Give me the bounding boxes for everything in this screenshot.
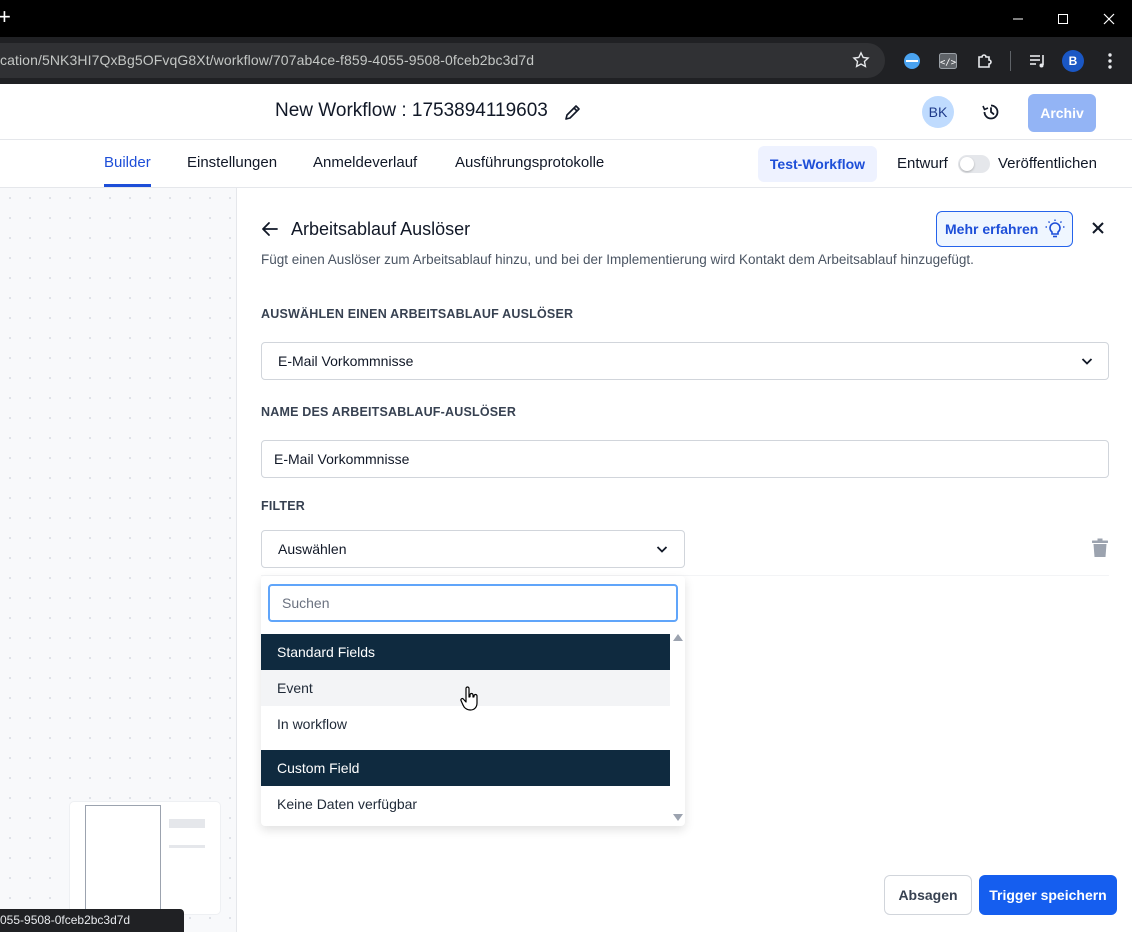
user-avatar[interactable]: BK bbox=[922, 96, 954, 128]
minimize-icon[interactable] bbox=[995, 0, 1041, 37]
option-no-data: Keine Daten verfügbar bbox=[277, 796, 418, 812]
maximize-icon[interactable] bbox=[1040, 0, 1086, 37]
filter-row: Auswählen bbox=[261, 518, 1109, 576]
puzzle-icon[interactable] bbox=[974, 50, 996, 72]
tab-builder[interactable]: Builder bbox=[104, 154, 151, 171]
extension-icon[interactable] bbox=[901, 50, 923, 72]
hand-pointer-icon bbox=[460, 686, 478, 711]
bookmark-star-icon[interactable] bbox=[852, 51, 870, 69]
history-icon[interactable] bbox=[981, 102, 1001, 122]
minimap-viewport[interactable] bbox=[85, 805, 161, 915]
new-tab-button[interactable]: + bbox=[0, 4, 11, 30]
trigger-name-input[interactable]: E-Mail Vorkommnisse bbox=[261, 440, 1109, 478]
trigger-section-label: AUSWÄHLEN EINEN ARBEITSABLAUF AUSLÖSER bbox=[261, 307, 574, 321]
tab-enrollment-history[interactable]: Anmeldeverlauf bbox=[313, 154, 417, 171]
svg-text:</>: </> bbox=[940, 58, 957, 68]
workflow-canvas[interactable] bbox=[0, 188, 236, 932]
status-bar-url: 055-9508-0fceb2bc3d7d bbox=[0, 909, 184, 932]
close-window-icon[interactable] bbox=[1086, 0, 1132, 37]
toolbar-divider bbox=[1010, 51, 1011, 71]
tab-execution-logs[interactable]: Ausführungsprotokolle bbox=[455, 154, 604, 171]
trigger-panel: Arbeitsablauf Auslöser Mehr erfahren Füg… bbox=[236, 188, 1132, 932]
active-tab-indicator bbox=[104, 184, 151, 187]
tab-bar: Builder Einstellungen Anmeldeverlauf Aus… bbox=[0, 140, 1132, 188]
back-arrow-icon[interactable] bbox=[261, 221, 279, 237]
trash-icon[interactable] bbox=[1091, 538, 1109, 558]
group-header-standard-fields: Standard Fields bbox=[261, 634, 670, 670]
group-header-custom-field: Custom Field bbox=[261, 750, 670, 786]
close-icon[interactable] bbox=[1091, 221, 1105, 235]
edit-pencil-icon[interactable] bbox=[563, 102, 583, 122]
tab-settings[interactable]: Einstellungen bbox=[187, 154, 277, 171]
app-header: New Workflow : 1753894119603 BK Archiv bbox=[0, 84, 1132, 140]
chevron-down-icon bbox=[1081, 358, 1093, 365]
minimap-node bbox=[169, 819, 205, 828]
panel-title: Arbeitsablauf Auslöser bbox=[291, 219, 471, 239]
test-workflow-button[interactable]: Test-Workflow bbox=[758, 146, 877, 182]
name-section-label: NAME DES ARBEITSABLAUF-AUSLÖSER bbox=[261, 405, 517, 419]
address-bar[interactable]: cation/5NK3HI7QxBg5OFvqG8Xt/workflow/707… bbox=[0, 43, 885, 78]
dropdown-scrollbar[interactable] bbox=[671, 634, 685, 824]
learn-more-label: Mehr erfahren bbox=[945, 221, 1039, 237]
minimap[interactable] bbox=[70, 802, 220, 915]
browser-toolbar: cation/5NK3HI7QxBg5OFvqG8Xt/workflow/707… bbox=[0, 37, 1132, 84]
profile-avatar[interactable]: B bbox=[1062, 50, 1084, 72]
publish-toggle[interactable] bbox=[958, 155, 990, 173]
workflow-title: New Workflow : 1753894119603 bbox=[275, 100, 548, 121]
scroll-down-arrow-icon[interactable] bbox=[673, 814, 683, 821]
draft-label: Entwurf bbox=[897, 155, 948, 172]
dropdown-search-input[interactable] bbox=[268, 584, 678, 622]
filter-section-label: FILTER bbox=[261, 499, 306, 513]
trigger-type-select[interactable]: E-Mail Vorkommnisse bbox=[261, 342, 1109, 380]
url-text[interactable]: cation/5NK3HI7QxBg5OFvqG8Xt/workflow/707… bbox=[0, 52, 534, 68]
filter-select[interactable]: Auswählen bbox=[261, 530, 685, 568]
minimap-node bbox=[169, 845, 205, 848]
trigger-type-value: E-Mail Vorkommnisse bbox=[278, 353, 414, 369]
save-trigger-button[interactable]: Trigger speichern bbox=[979, 875, 1117, 915]
menu-kebab-icon[interactable] bbox=[1099, 50, 1121, 72]
cancel-button[interactable]: Absagen bbox=[884, 875, 972, 915]
browser-titlebar: + bbox=[0, 0, 1132, 37]
scroll-up-arrow-icon[interactable] bbox=[673, 634, 683, 641]
panel-description: Fügt einen Auslöser zum Arbeitsablauf hi… bbox=[261, 252, 974, 267]
chevron-down-icon bbox=[656, 546, 668, 553]
filter-select-value: Auswählen bbox=[278, 541, 347, 557]
toggle-knob bbox=[960, 157, 974, 171]
publish-label: Veröffentlichen bbox=[998, 155, 1097, 172]
learn-more-button[interactable]: Mehr erfahren bbox=[936, 211, 1073, 247]
media-icon[interactable] bbox=[1027, 50, 1049, 72]
trigger-name-value[interactable]: E-Mail Vorkommnisse bbox=[274, 451, 409, 467]
archive-button[interactable]: Archiv bbox=[1028, 94, 1096, 132]
devtools-icon[interactable]: </> bbox=[937, 50, 959, 72]
lightbulb-icon bbox=[1045, 219, 1065, 238]
